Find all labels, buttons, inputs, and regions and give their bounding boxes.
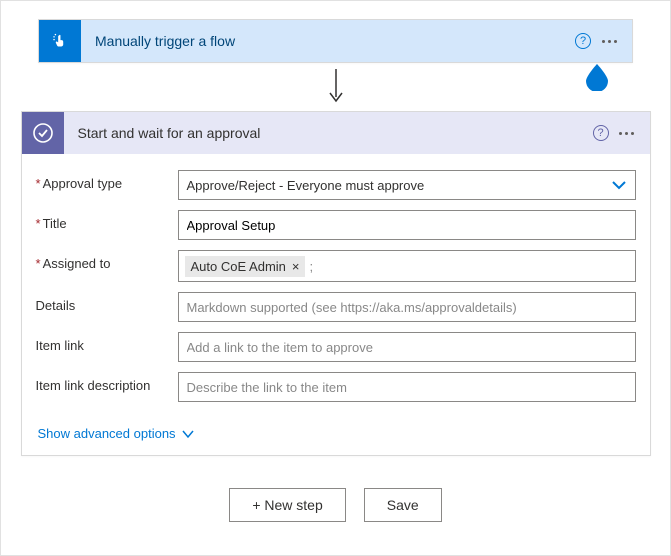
approval-type-label: Approval type [36, 170, 178, 191]
trigger-card: Manually trigger a flow ? [38, 19, 633, 63]
trigger-header[interactable]: Manually trigger a flow ? [39, 20, 632, 62]
assignee-chip: Auto CoE Admin × [185, 256, 306, 277]
item-link-label: Item link [36, 332, 178, 353]
footer-actions: + New step Save [19, 488, 652, 522]
show-advanced-link[interactable]: Show advanced options [36, 426, 194, 441]
chevron-down-icon [611, 176, 627, 194]
more-icon[interactable] [596, 40, 622, 43]
title-label: Title [36, 210, 178, 231]
touch-icon [39, 20, 81, 62]
flow-designer-canvas: Manually trigger a flow ? [0, 0, 671, 556]
new-step-label: + New step [252, 497, 322, 513]
arrow-down-icon [327, 67, 345, 107]
show-advanced-label: Show advanced options [38, 426, 176, 441]
assigned-to-input[interactable]: Auto CoE Admin × ; [178, 250, 636, 282]
save-label: Save [387, 497, 419, 513]
details-label: Details [36, 292, 178, 313]
help-icon[interactable]: ? [588, 125, 614, 141]
item-link-desc-input[interactable] [178, 372, 636, 402]
chevron-down-icon [182, 429, 194, 439]
approval-icon [22, 112, 64, 154]
remove-chip-icon[interactable]: × [292, 259, 300, 274]
item-link-desc-label: Item link description [36, 372, 178, 393]
details-input[interactable] [178, 292, 636, 322]
approval-type-select[interactable]: Approve/Reject - Everyone must approve [178, 170, 636, 200]
approval-type-value: Approve/Reject - Everyone must approve [187, 178, 425, 193]
assigned-to-label: Assigned to [36, 250, 178, 271]
separator: ; [309, 259, 313, 274]
item-link-input[interactable] [178, 332, 636, 362]
trigger-title: Manually trigger a flow [81, 33, 570, 49]
approval-card: Start and wait for an approval ? Approva… [21, 111, 651, 456]
help-icon[interactable]: ? [570, 33, 596, 49]
save-button[interactable]: Save [364, 488, 442, 522]
connector-arrow [19, 63, 652, 111]
approval-body: Approval type Approve/Reject - Everyone … [22, 154, 650, 455]
assignee-chip-label: Auto CoE Admin [191, 259, 286, 274]
more-icon[interactable] [614, 132, 640, 135]
title-input[interactable] [178, 210, 636, 240]
water-drop-icon[interactable] [582, 61, 612, 91]
approval-header[interactable]: Start and wait for an approval ? [22, 112, 650, 154]
approval-title: Start and wait for an approval [64, 125, 588, 141]
new-step-button[interactable]: + New step [229, 488, 345, 522]
